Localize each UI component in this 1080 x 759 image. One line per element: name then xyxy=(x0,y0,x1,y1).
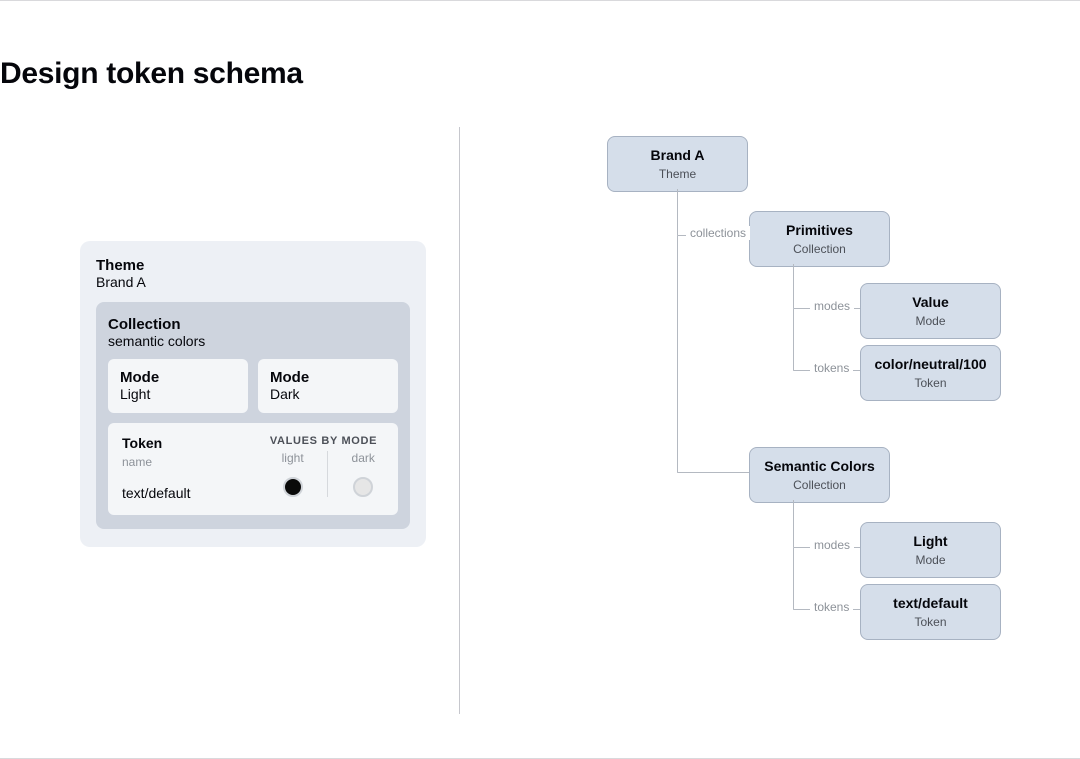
swatch-label-light: light xyxy=(282,451,304,465)
node-light-mode: Light Mode xyxy=(860,522,1001,578)
collection-box: Collection semantic colors Mode Light Mo… xyxy=(96,302,410,529)
edge-label-tokens: tokens xyxy=(810,361,853,375)
edge-label-tokens-2: tokens xyxy=(810,600,853,614)
node-sub: Token xyxy=(914,376,946,390)
vertical-divider xyxy=(459,127,460,714)
swatch-label-dark: dark xyxy=(352,451,375,465)
connector xyxy=(793,309,794,371)
swatch-grid: light dark xyxy=(258,451,398,497)
collection-label: Collection xyxy=(108,316,398,333)
mode-name-light: Light xyxy=(120,386,236,402)
token-name: text/default xyxy=(122,485,244,501)
swatch-col-light: light xyxy=(258,451,328,497)
node-sub: Theme xyxy=(659,167,696,181)
mode-card-light: Mode Light xyxy=(108,359,248,413)
node-value-mode: Value Mode xyxy=(860,283,1001,339)
connector xyxy=(793,548,794,610)
mode-row: Mode Light Mode Dark xyxy=(108,359,398,413)
swatch-col-dark: dark xyxy=(327,451,398,497)
node-brand-a: Brand A Theme xyxy=(607,136,748,192)
theme-label: Theme xyxy=(96,257,410,274)
token-subhead: name xyxy=(122,455,244,469)
tree: Brand A Theme Primitives Collection Valu… xyxy=(500,131,1040,711)
swatch-dark-value xyxy=(353,477,373,497)
theme-box: Theme Brand A Collection semantic colors… xyxy=(80,241,426,547)
node-semantic: Semantic Colors Collection xyxy=(749,447,890,503)
node-title: Value xyxy=(912,294,949,311)
node-title: text/default xyxy=(893,595,968,612)
mode-name-dark: Dark xyxy=(270,386,386,402)
node-title: Semantic Colors xyxy=(764,458,874,475)
token-row: Token name text/default VALUES BY MODE l… xyxy=(108,423,398,515)
connector xyxy=(677,189,678,236)
node-primitives: Primitives Collection xyxy=(749,211,890,267)
mode-label: Mode xyxy=(120,369,236,386)
edge-label-collections: collections xyxy=(686,226,750,240)
values-col: VALUES BY MODE light dark xyxy=(258,435,398,501)
token-col: Token name text/default xyxy=(108,435,258,501)
collection-name: semantic colors xyxy=(108,333,398,349)
mode-card-dark: Mode Dark xyxy=(258,359,398,413)
edge-label-modes: modes xyxy=(810,299,854,313)
theme-name: Brand A xyxy=(96,274,410,290)
connector xyxy=(793,500,794,548)
values-header: VALUES BY MODE xyxy=(258,435,398,447)
edge-label-modes-2: modes xyxy=(810,538,854,552)
node-prim-token: color/neutral/100 Token xyxy=(860,345,1001,401)
connector xyxy=(677,236,678,473)
node-sem-token: text/default Token xyxy=(860,584,1001,640)
node-sub: Mode xyxy=(915,553,945,567)
token-label: Token xyxy=(122,435,244,451)
page-title: Design token schema xyxy=(0,57,303,91)
node-sub: Collection xyxy=(793,478,846,492)
node-title: Light xyxy=(913,533,947,550)
node-title: Brand A xyxy=(651,147,705,164)
node-sub: Mode xyxy=(915,314,945,328)
node-title: Primitives xyxy=(786,222,853,239)
connector xyxy=(793,264,794,309)
swatch-light-value xyxy=(283,477,303,497)
node-sub: Collection xyxy=(793,242,846,256)
node-sub: Token xyxy=(914,615,946,629)
node-title: color/neutral/100 xyxy=(874,356,986,373)
connector xyxy=(677,472,749,473)
mode-label: Mode xyxy=(270,369,386,386)
page: Design token schema Theme Brand A Collec… xyxy=(0,0,1080,759)
